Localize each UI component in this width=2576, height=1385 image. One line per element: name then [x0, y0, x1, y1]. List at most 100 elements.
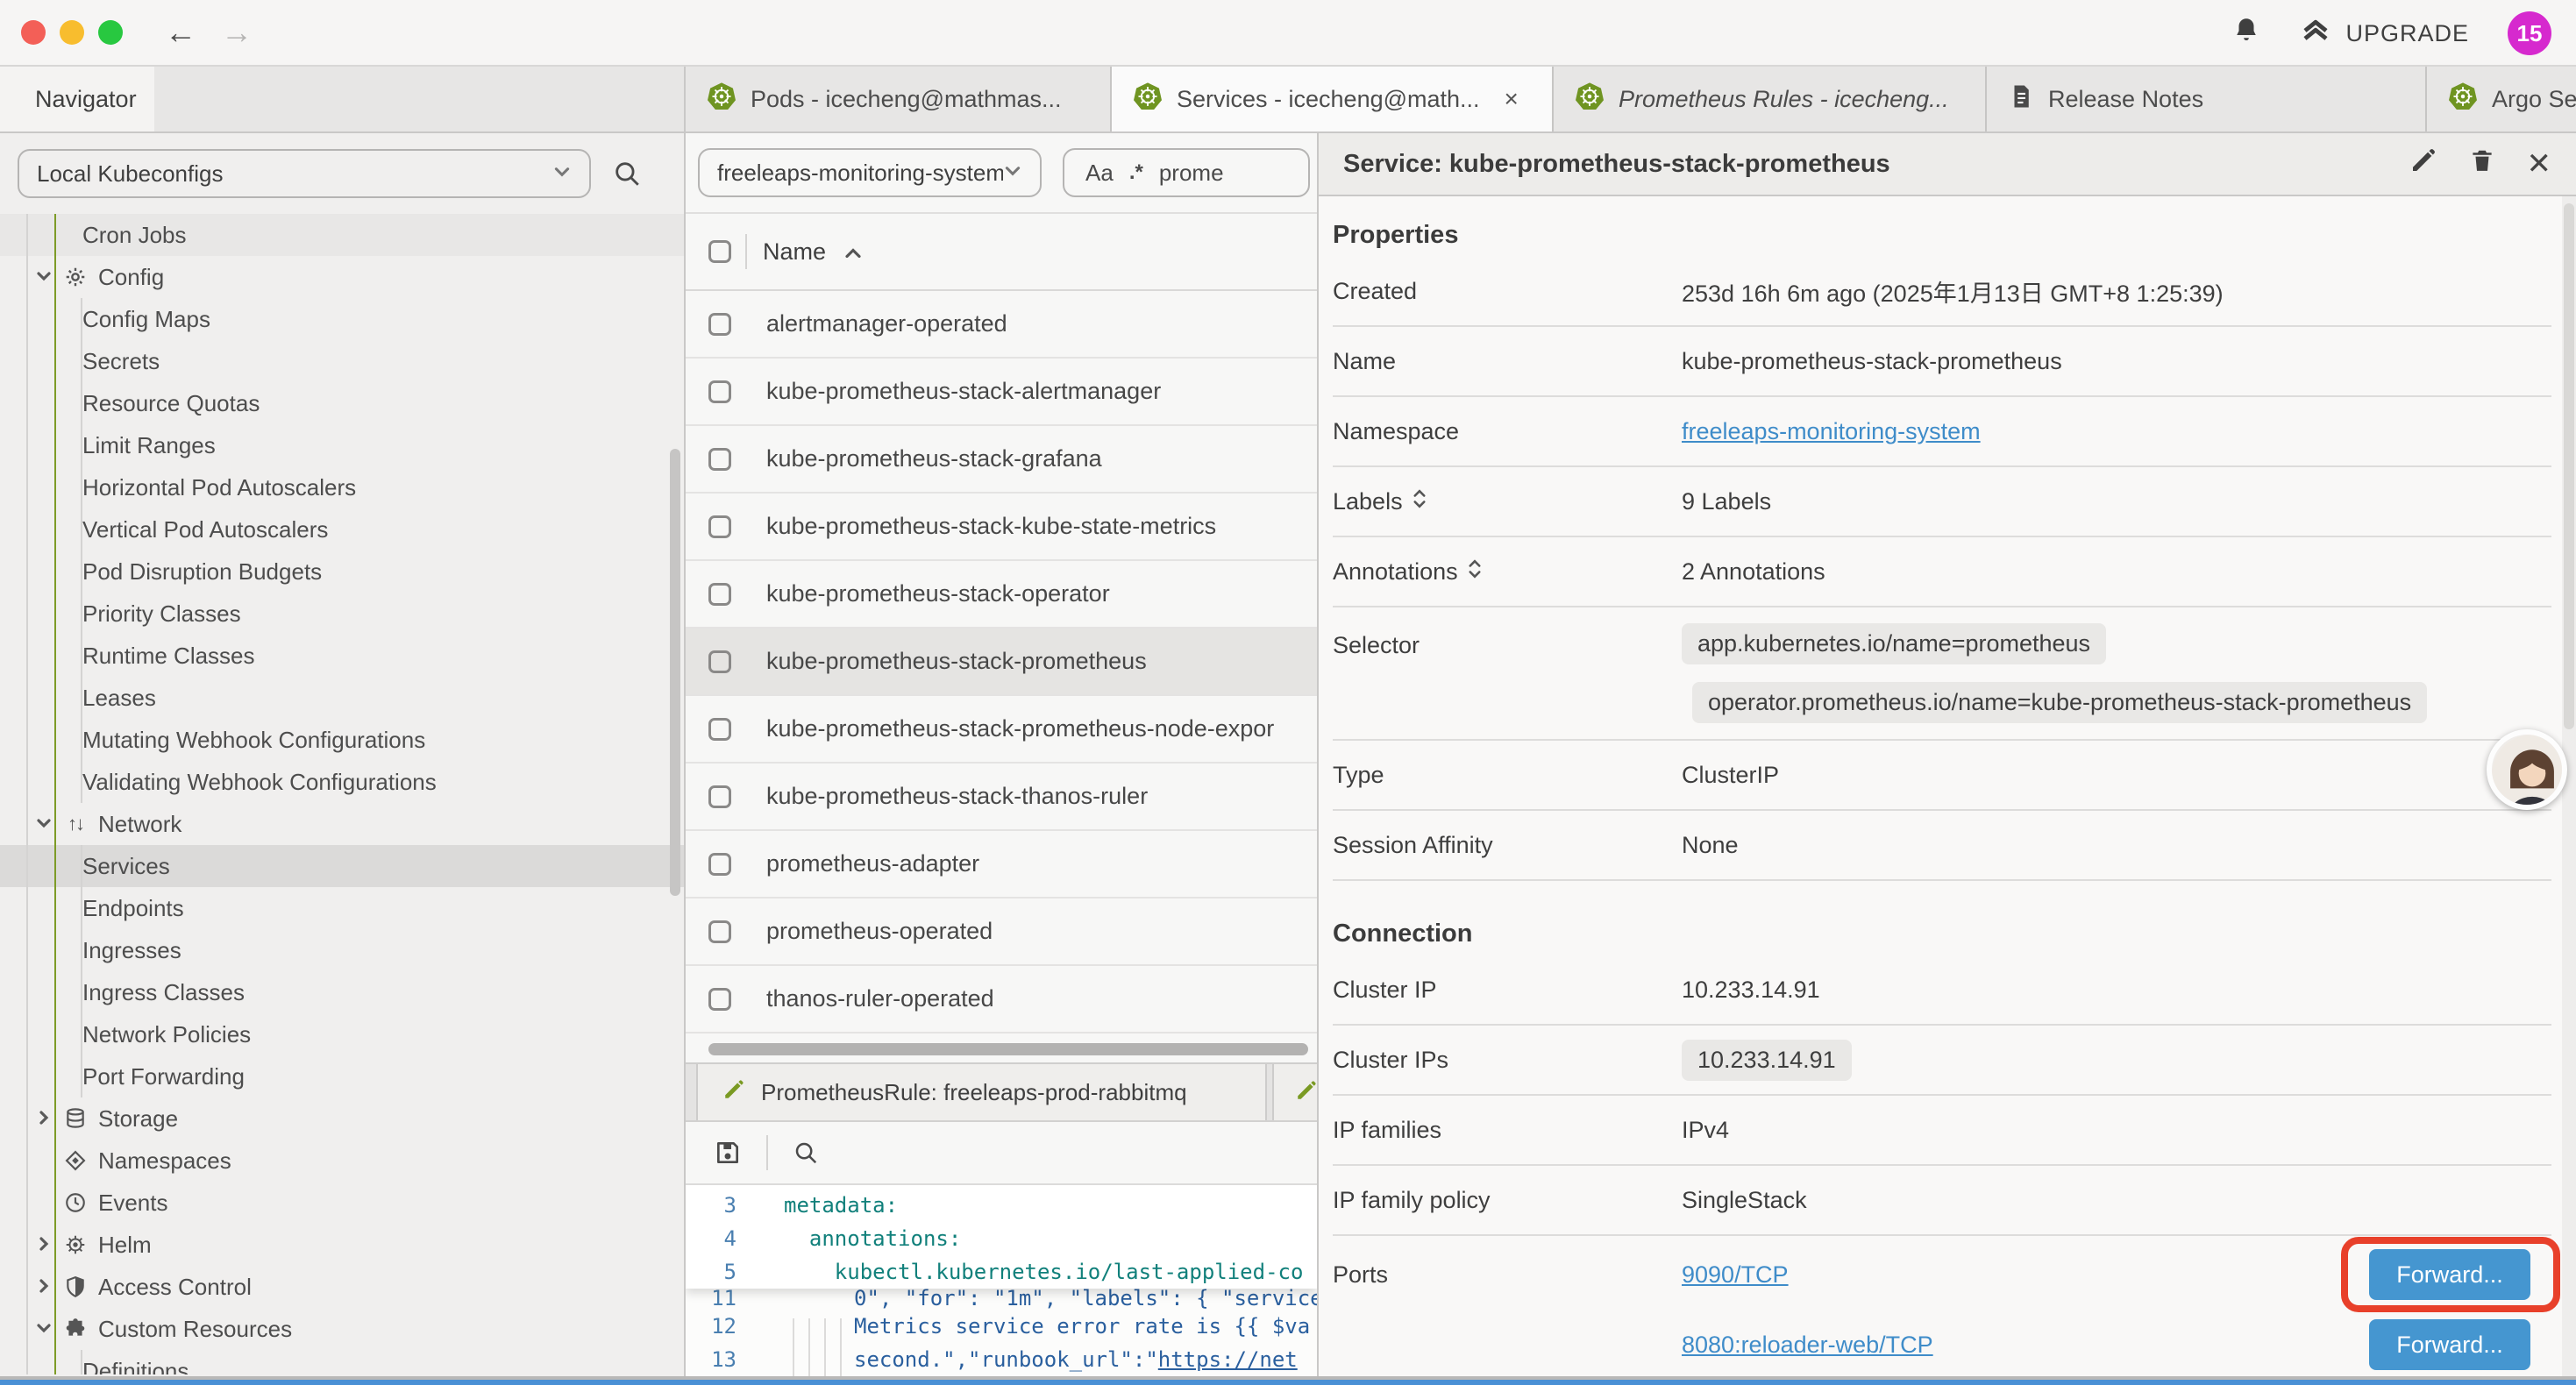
- sidebar-item-definitions[interactable]: Definitions: [0, 1350, 684, 1374]
- regex-toggle-icon[interactable]: .*: [1129, 160, 1143, 185]
- detail-scrollbar-thumb[interactable]: [2564, 203, 2574, 729]
- bell-icon[interactable]: [2231, 15, 2261, 52]
- port-link-8080[interactable]: 8080:reloader-web/TCP: [1682, 1332, 1933, 1359]
- gear-icon: [63, 266, 88, 288]
- zoom-window-button[interactable]: [98, 20, 123, 45]
- tab-close-icon[interactable]: ×: [1505, 85, 1519, 113]
- table-row[interactable]: kube-prometheus-stack-kube-state-metrics: [686, 494, 1317, 561]
- row-checkbox[interactable]: [708, 988, 731, 1011]
- editor-search-icon[interactable]: [793, 1140, 819, 1166]
- namespace-link[interactable]: freeleaps-monitoring-system: [1682, 418, 1981, 444]
- sidebar-item-vertical-pod-autoscalers[interactable]: Vertical Pod Autoscalers: [0, 508, 684, 550]
- sidebar-item-config[interactable]: Config: [0, 256, 684, 298]
- sort-toggle-icon[interactable]: [1412, 487, 1427, 517]
- sidebar-item-secrets[interactable]: Secrets: [0, 340, 684, 382]
- sidebar-item-ingress-classes[interactable]: Ingress Classes: [0, 971, 684, 1013]
- user-avatar[interactable]: [2487, 729, 2567, 810]
- minimize-window-button[interactable]: [60, 20, 84, 45]
- select-all-checkbox[interactable]: [708, 240, 731, 263]
- row-checkbox[interactable]: [708, 583, 731, 606]
- sidebar-item-limit-ranges[interactable]: Limit Ranges: [0, 424, 684, 466]
- save-icon[interactable]: [714, 1139, 742, 1167]
- tab-services[interactable]: Services - icecheng@math... ×: [1112, 67, 1554, 131]
- sidebar-item-helm[interactable]: Helm: [0, 1224, 684, 1266]
- table-row[interactable]: kube-prometheus-stack-grafana: [686, 426, 1317, 494]
- sidebar-item-custom-resources[interactable]: Custom Resources: [0, 1308, 684, 1350]
- horizontal-scrollbar[interactable]: [708, 1043, 1308, 1055]
- tab-argo[interactable]: Argo Se: [2427, 67, 2576, 131]
- sidebar-item-leases[interactable]: Leases: [0, 677, 684, 719]
- close-window-button[interactable]: [21, 20, 46, 45]
- tab-pods[interactable]: Pods - icecheng@mathmas...: [686, 67, 1112, 131]
- table-row[interactable]: kube-prometheus-stack-operator: [686, 561, 1317, 629]
- table-row[interactable]: kube-prometheus-stack-thanos-ruler: [686, 764, 1317, 831]
- sidebar-item-resource-quotas[interactable]: Resource Quotas: [0, 382, 684, 424]
- sidebar-item-services[interactable]: Services: [0, 845, 684, 887]
- edit-icon[interactable]: [2409, 146, 2437, 181]
- tab-prometheus-rules[interactable]: Prometheus Rules - icecheng...: [1554, 67, 1987, 131]
- table-row[interactable]: kube-prometheus-stack-alertmanager: [686, 359, 1317, 426]
- sidebar-item-namespaces[interactable]: Namespaces: [0, 1140, 684, 1182]
- sidebar-item-port-forwarding[interactable]: Port Forwarding: [0, 1055, 684, 1097]
- forward-icon[interactable]: →: [221, 17, 253, 48]
- match-case-toggle[interactable]: Aa: [1085, 160, 1114, 187]
- runbook-url-link[interactable]: https://net: [1158, 1347, 1298, 1372]
- table-row[interactable]: thanos-ruler-operated: [686, 966, 1317, 1033]
- sidebar-item-priority-classes[interactable]: Priority Classes: [0, 593, 684, 635]
- trash-icon[interactable]: [2469, 146, 2495, 181]
- table-row-selected[interactable]: kube-prometheus-stack-prometheus: [686, 629, 1317, 696]
- row-checkbox[interactable]: [708, 313, 731, 336]
- row-checkbox[interactable]: [708, 718, 731, 741]
- tab-navigator[interactable]: Navigator: [0, 67, 154, 131]
- search-icon[interactable]: [612, 159, 642, 188]
- notification-count-badge[interactable]: 15: [2508, 11, 2551, 55]
- table-row[interactable]: kube-prometheus-stack-prometheus-node-ex…: [686, 696, 1317, 764]
- sidebar-item-endpoints[interactable]: Endpoints: [0, 887, 684, 929]
- sort-toggle-icon[interactable]: [1467, 557, 1483, 587]
- sidebar-item-storage[interactable]: Storage: [0, 1097, 684, 1140]
- selector-badge: operator.prometheus.io/name=kube-prometh…: [1692, 682, 2427, 723]
- row-checkbox[interactable]: [708, 650, 731, 673]
- row-checkbox[interactable]: [708, 448, 731, 471]
- kubeconfig-selector[interactable]: Local Kubeconfigs: [18, 149, 591, 198]
- table-row[interactable]: alertmanager-operated: [686, 291, 1317, 359]
- editor-tab-prometheusrule[interactable]: PrometheusRule: freeleaps-prod-rabbitmq: [696, 1064, 1267, 1120]
- name-filter-input[interactable]: Aa .* prome: [1063, 148, 1310, 197]
- forward-port-button[interactable]: Forward...: [2369, 1319, 2530, 1370]
- column-header-name[interactable]: Name: [763, 238, 863, 266]
- sidebar-item-mutating-webhook-configurations[interactable]: Mutating Webhook Configurations: [0, 719, 684, 761]
- sidebar-item-network-policies[interactable]: Network Policies: [0, 1013, 684, 1055]
- back-icon[interactable]: ←: [165, 17, 196, 48]
- sidebar-scrollbar[interactable]: [670, 449, 680, 896]
- sidebar-item-runtime-classes[interactable]: Runtime Classes: [0, 635, 684, 677]
- sidebar-item-ingresses[interactable]: Ingresses: [0, 929, 684, 971]
- port-link-9090[interactable]: 9090/TCP: [1682, 1261, 1789, 1289]
- editor-toolbar: [686, 1122, 1317, 1185]
- forward-port-button[interactable]: Forward...: [2369, 1249, 2530, 1300]
- close-icon[interactable]: ✕: [2527, 146, 2552, 181]
- sidebar-item-network[interactable]: ↑↓ Network: [0, 803, 684, 845]
- row-checkbox[interactable]: [708, 380, 731, 403]
- yaml-editor[interactable]: 3metadata: 4 annotations: 5 kubectl.kube…: [686, 1185, 1317, 1376]
- table-row[interactable]: prometheus-operated: [686, 898, 1317, 966]
- services-table: alertmanager-operated kube-prometheus-st…: [686, 291, 1317, 1033]
- row-checkbox[interactable]: [708, 853, 731, 876]
- connection-section-heading: Connection: [1319, 881, 2576, 955]
- sidebar-item-access-control[interactable]: Access Control: [0, 1266, 684, 1308]
- row-checkbox[interactable]: [708, 515, 731, 538]
- sidebar-item-validating-webhook-configurations[interactable]: Validating Webhook Configurations: [0, 761, 684, 803]
- tab-release-notes[interactable]: Release Notes: [1987, 67, 2427, 131]
- property-row-ip-families: IP families IPv4: [1333, 1096, 2551, 1166]
- upgrade-button[interactable]: UPGRADE: [2300, 15, 2469, 53]
- row-checkbox[interactable]: [708, 920, 731, 943]
- sidebar-item-events[interactable]: Events: [0, 1182, 684, 1224]
- sidebar-item-cron-jobs[interactable]: Cron Jobs: [0, 214, 684, 256]
- navigator-panel: Local Kubeconfigs Cron Jobs Config Confi…: [0, 133, 686, 1376]
- sidebar-item-config-maps[interactable]: Config Maps: [0, 298, 684, 340]
- editor-tab-partial[interactable]: [1272, 1064, 1317, 1120]
- sidebar-item-horizontal-pod-autoscalers[interactable]: Horizontal Pod Autoscalers: [0, 466, 684, 508]
- row-checkbox[interactable]: [708, 785, 731, 808]
- namespace-filter-select[interactable]: freeleaps-monitoring-system: [698, 148, 1042, 197]
- sidebar-item-pod-disruption-budgets[interactable]: Pod Disruption Budgets: [0, 550, 684, 593]
- table-row[interactable]: prometheus-adapter: [686, 831, 1317, 898]
